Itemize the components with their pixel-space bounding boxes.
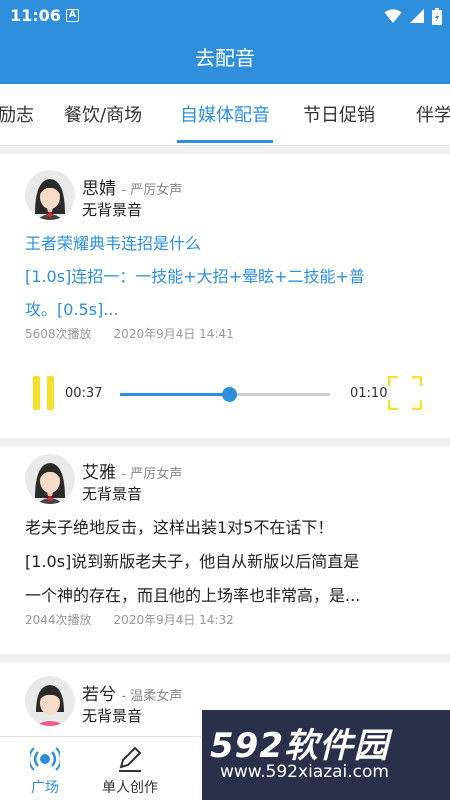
nav-square[interactable]: 广场	[0, 737, 90, 800]
progress-fill	[120, 393, 230, 396]
voice-name: 艾雅 - 严厉女声	[82, 458, 182, 483]
script-line: 一个神的存在，而且他的上场率也非常高，是...	[25, 586, 361, 605]
script-line: 攻。[0.5s]...	[25, 300, 119, 319]
progress-knob[interactable]	[222, 387, 238, 402]
watermark-url: www.592xiazai.com	[220, 762, 389, 782]
page-title: 去配音	[195, 46, 255, 70]
voice-name: 若兮 - 温柔女声	[82, 680, 182, 705]
nav-label: 广场	[31, 780, 59, 796]
audio-player: 00:37 01:10	[0, 376, 450, 412]
notification-icon: A	[66, 9, 79, 22]
wifi-icon	[384, 9, 402, 23]
pen-icon	[119, 746, 142, 772]
active-tab-indicator	[177, 140, 273, 143]
bgm-label: 无背景音	[82, 707, 143, 725]
play-count: 5608次播放	[25, 327, 92, 341]
battery-icon	[432, 7, 442, 25]
pause-bar	[33, 376, 40, 410]
script-line: [1.0s]连招一：一技能+大招+晕眩+二技能+普	[25, 267, 365, 286]
status-time: 11:06	[10, 6, 61, 25]
tab-self-media[interactable]: 自媒体配音	[180, 101, 270, 127]
voice-name-text: 若兮	[82, 685, 116, 705]
nav-solo-create[interactable]: 单人创作	[85, 737, 175, 800]
voice-type: - 严厉女声	[121, 467, 183, 482]
watermark-title: 592软件园	[210, 726, 389, 766]
dubbing-card[interactable]: 艾雅 - 严厉女声 无背景音 老夫子绝地反击，这样出装1对5不在话下！ [1.0…	[0, 446, 450, 654]
publish-date: 2020年9月4日 14:32	[113, 613, 234, 627]
app-bar: 去配音	[0, 32, 450, 84]
girl-avatar-icon	[35, 685, 65, 726]
voice-type: - 温柔女声	[121, 689, 183, 704]
system-icons	[384, 7, 442, 25]
avatar	[25, 676, 75, 726]
tab-study-companion[interactable]: 伴学	[416, 101, 450, 127]
fullscreen-icon[interactable]	[388, 376, 422, 410]
category-tabs: 励志 餐饮/商场 自媒体配音 节日促销 伴学	[0, 84, 450, 146]
dubbing-card[interactable]: 思婧 - 严厉女声 无背景音 王者荣耀典韦连招是什么 [1.0s]连招一：一技能…	[0, 154, 450, 438]
voice-name: 思婧 - 严厉女声	[82, 174, 182, 199]
bgm-label: 无背景音	[82, 201, 143, 219]
voice-name-text: 思婧	[82, 179, 116, 199]
nav-label: 单人创作	[102, 780, 158, 796]
avatar	[25, 170, 75, 220]
card-meta: 5608次播放 2020年9月4日 14:41	[25, 325, 234, 342]
progress-slider[interactable]	[120, 387, 330, 402]
publish-date: 2020年9月4日 14:41	[113, 327, 234, 341]
script-line: [1.0s]说到新版老夫子，他自从新版以后简直是	[25, 552, 360, 571]
girl-avatar-icon	[35, 463, 65, 504]
broadcast-icon	[30, 747, 60, 771]
tab-dining-mall[interactable]: 餐饮/商场	[64, 101, 142, 127]
script-line: 王者荣耀典韦连招是什么	[25, 234, 202, 253]
signal-icon	[410, 9, 424, 23]
avatar	[25, 454, 75, 504]
pause-bar	[47, 376, 54, 410]
site-watermark: 592软件园 www.592xiazai.com	[202, 710, 450, 800]
tab-inspiration[interactable]: 励志	[0, 101, 34, 127]
voice-name-text: 艾雅	[82, 463, 116, 483]
play-count: 2044次播放	[25, 613, 92, 627]
card-meta: 2044次播放 2020年9月4日 14:32	[25, 611, 234, 628]
girl-avatar-icon	[35, 179, 65, 220]
pause-button[interactable]	[33, 376, 57, 412]
current-time: 00:37	[65, 386, 103, 401]
status-bar: 11:06 A	[0, 0, 450, 32]
tab-holiday-promo[interactable]: 节日促销	[303, 101, 375, 127]
bgm-label: 无背景音	[82, 485, 143, 503]
script-line: 老夫子绝地反击，这样出装1对5不在话下！	[25, 518, 334, 537]
voice-type: - 严厉女声	[121, 183, 183, 198]
total-time: 01:10	[350, 386, 388, 401]
